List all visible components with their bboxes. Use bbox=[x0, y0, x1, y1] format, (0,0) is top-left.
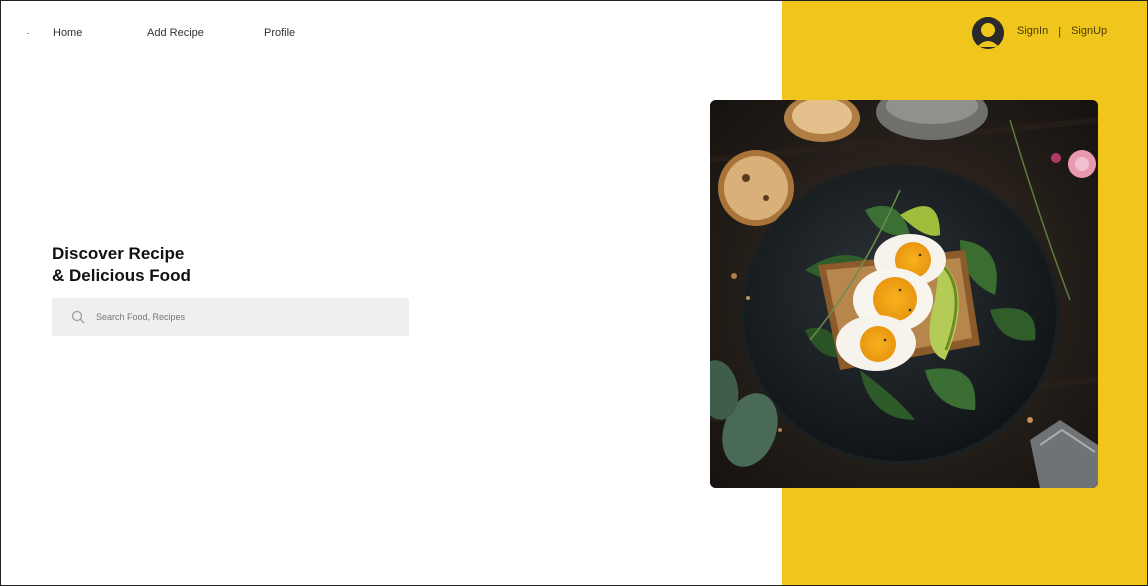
signup-link[interactable]: SignUp bbox=[1071, 25, 1107, 37]
nav-item-add-recipe[interactable]: Add Recipe bbox=[147, 27, 204, 39]
search-bar[interactable] bbox=[52, 298, 409, 336]
signin-link[interactable]: SignIn bbox=[1017, 25, 1048, 37]
user-avatar-icon[interactable] bbox=[972, 17, 1004, 49]
page: Home Add Recipe Profile SignIn | SignUp … bbox=[0, 0, 1148, 586]
auth-separator: | bbox=[1058, 26, 1062, 38]
search-icon bbox=[71, 310, 85, 324]
hero-title-line-1: Discover Recipe bbox=[52, 244, 185, 263]
top-nav: Home Add Recipe Profile bbox=[1, 1, 782, 65]
hero-food-image bbox=[710, 100, 1098, 488]
auth-area: SignIn | SignUp bbox=[972, 17, 1107, 49]
search-input[interactable] bbox=[96, 312, 376, 322]
nav-marker bbox=[27, 33, 29, 34]
hero-title-line-2: & Delicious Food bbox=[52, 266, 191, 285]
nav-item-home[interactable]: Home bbox=[53, 27, 82, 39]
hero-title: Discover Recipe & Delicious Food bbox=[52, 243, 191, 287]
nav-item-profile[interactable]: Profile bbox=[264, 27, 295, 39]
